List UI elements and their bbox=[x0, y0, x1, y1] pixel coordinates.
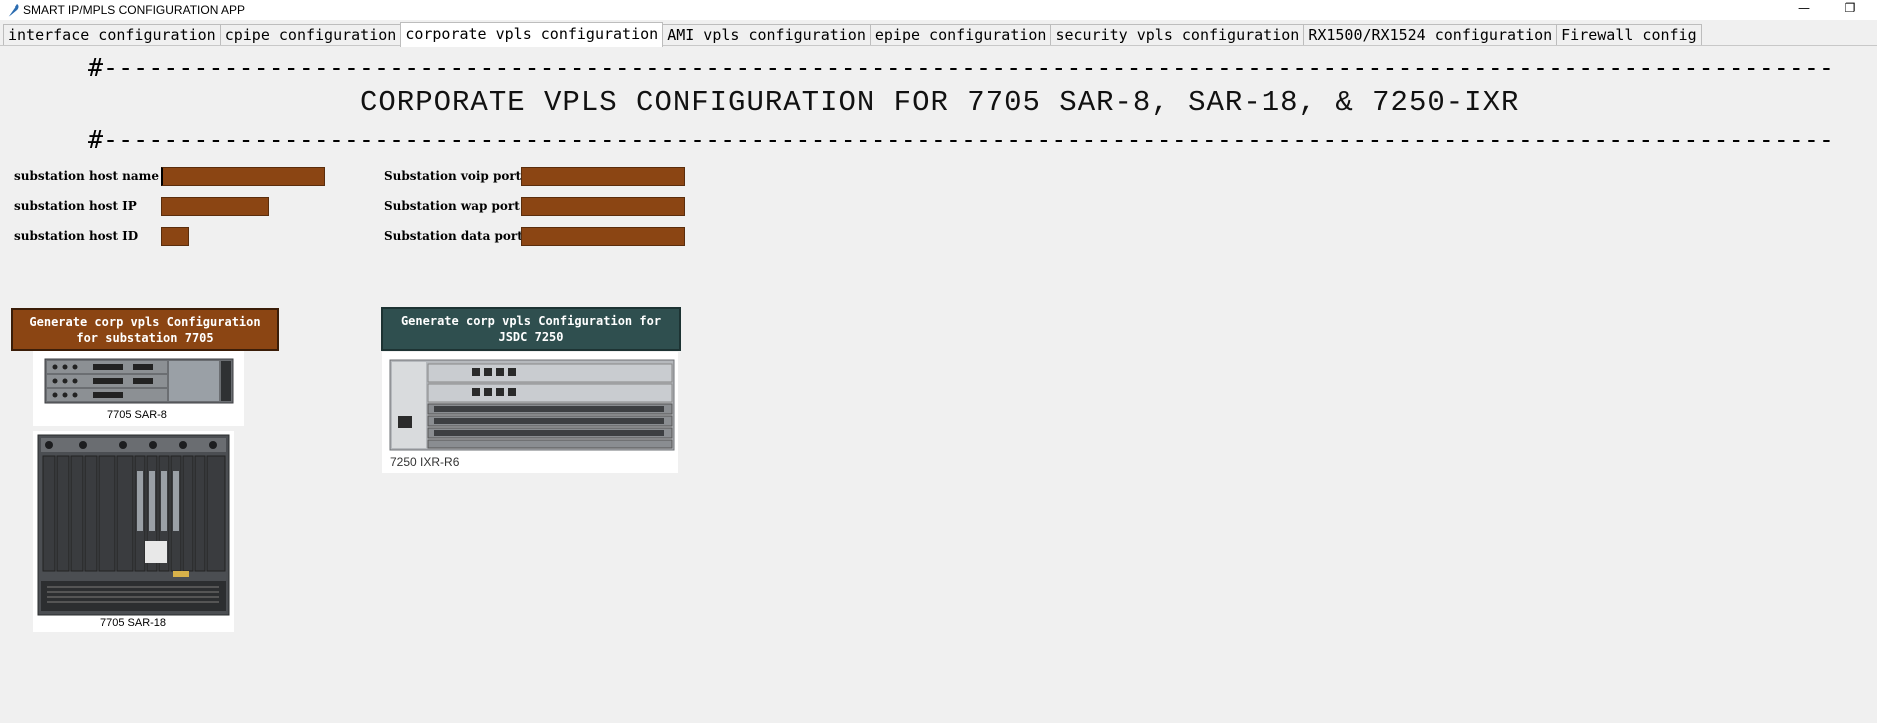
restore-button[interactable]: ❐ bbox=[1830, 0, 1870, 20]
ixr-caption: 7250 IXR-R6 bbox=[390, 455, 460, 469]
window-titlebar: SMART IP/MPLS CONFIGURATION APP — ❐ bbox=[0, 0, 1877, 20]
tab-rx1500-configuration[interactable]: RX1500/RX1524 configuration bbox=[1303, 24, 1558, 46]
sar18-caption: 7705 SAR-18 bbox=[100, 617, 167, 629]
sar8-image: 7705 SAR-8 bbox=[33, 351, 244, 426]
page-title: CORPORATE VPLS CONFIGURATION FOR 7705 SA… bbox=[360, 86, 1520, 119]
feather-icon bbox=[7, 4, 19, 18]
tab-divider bbox=[0, 45, 1877, 46]
tab-interface-configuration[interactable]: interface configuration bbox=[3, 24, 221, 46]
tab-epipe-configuration[interactable]: epipe configuration bbox=[869, 24, 1052, 46]
notebook-tabs: interface configuration cpipe configurat… bbox=[3, 22, 1702, 47]
wap-port-label: Substation wap port bbox=[384, 199, 520, 213]
host-id-label: substation host ID bbox=[14, 229, 139, 243]
host-ip-label: substation host IP bbox=[14, 199, 137, 213]
minimize-button[interactable]: — bbox=[1784, 0, 1824, 20]
host-name-field[interactable] bbox=[161, 167, 325, 186]
sar18-chassis-graphic bbox=[37, 434, 230, 616]
banner-rule-top: #---------------------------------------… bbox=[88, 53, 1838, 82]
tab-ami-vpls-configuration[interactable]: AMI vpls configuration bbox=[662, 24, 871, 46]
sar18-image: 7705 SAR-18 bbox=[33, 431, 234, 632]
ixr-chassis-graphic bbox=[389, 359, 675, 451]
data-port-label: Substation data port bbox=[384, 229, 523, 243]
voip-port-field[interactable] bbox=[521, 167, 685, 186]
window-title: SMART IP/MPLS CONFIGURATION APP bbox=[23, 3, 246, 17]
wap-port-field[interactable] bbox=[521, 197, 685, 216]
tab-corporate-vpls-configuration[interactable]: corporate vpls configuration bbox=[400, 22, 664, 47]
sar8-caption: 7705 SAR-8 bbox=[107, 409, 167, 421]
generate-7250-button[interactable]: Generate corp vpls Configuration for JSD… bbox=[381, 307, 681, 351]
banner-rule-bottom: #---------------------------------------… bbox=[88, 125, 1838, 154]
tab-cpipe-configuration[interactable]: cpipe configuration bbox=[219, 24, 402, 46]
ixr-image: 7250 IXR-R6 bbox=[382, 352, 678, 473]
voip-port-label: Substation voip port bbox=[384, 169, 522, 183]
data-port-field[interactable] bbox=[521, 227, 685, 246]
host-name-label: substation host name bbox=[14, 169, 159, 183]
tab-firewall-config[interactable]: Firewall config bbox=[1556, 24, 1702, 46]
host-id-field[interactable] bbox=[161, 227, 189, 246]
tab-security-vpls-configuration[interactable]: security vpls configuration bbox=[1050, 24, 1305, 46]
generate-7705-button[interactable]: Generate corp vpls Configuration for sub… bbox=[11, 308, 279, 351]
host-ip-field[interactable] bbox=[161, 197, 269, 216]
sar8-chassis-graphic bbox=[44, 358, 234, 404]
